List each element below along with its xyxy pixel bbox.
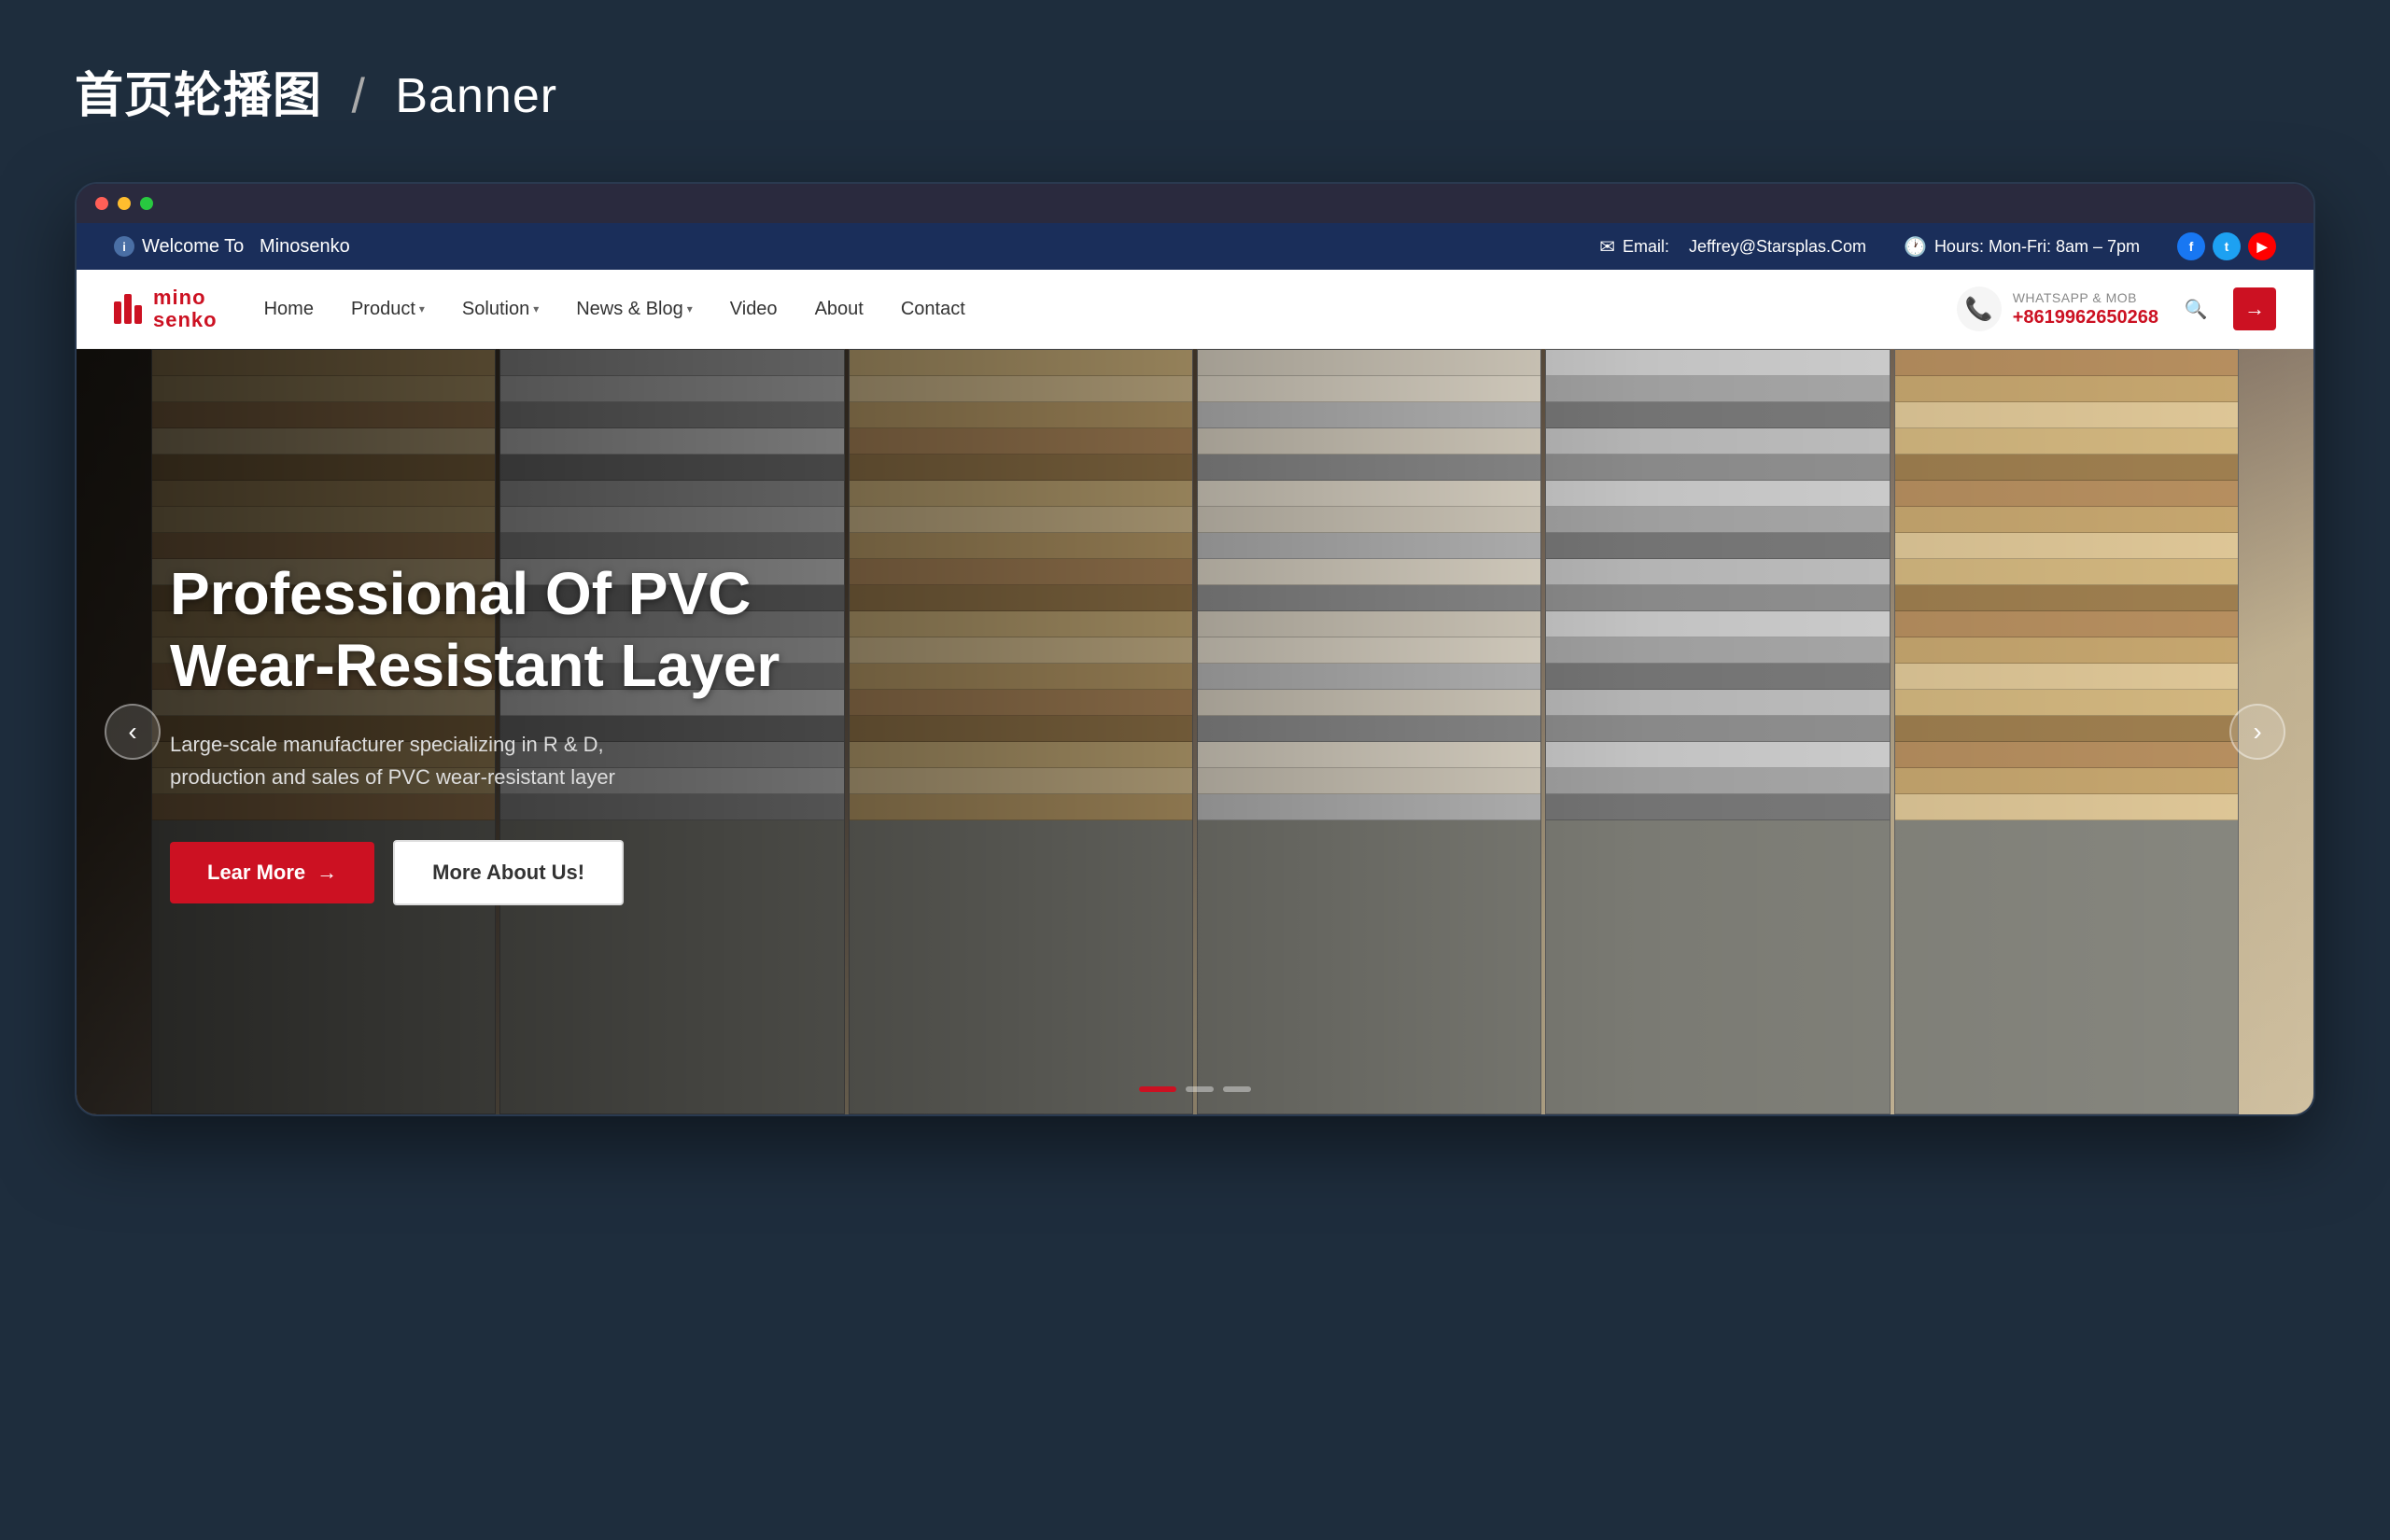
nav-item-about[interactable]: About: [815, 299, 864, 320]
chevron-down-icon: ▾: [533, 302, 539, 315]
info-icon: i: [114, 236, 134, 257]
nav-cta-button[interactable]: →: [2233, 287, 2276, 330]
browser-maximize-dot: [140, 197, 153, 210]
about-us-button[interactable]: More About Us!: [393, 840, 624, 905]
browser-window: i Welcome To Minosenko ✉ Email: Jeffrey@…: [75, 182, 2315, 1116]
carousel-dot-2[interactable]: [1186, 1086, 1214, 1092]
social-icons: f t ▶: [2177, 232, 2276, 260]
brand-name: Minosenko: [260, 236, 350, 257]
nav-item-product[interactable]: Product ▾: [351, 299, 425, 320]
logo-text: mino senko: [153, 287, 218, 331]
whatsapp-text: WHATSAPP & MOB +8619962650268: [2013, 290, 2158, 329]
title-en: Banner: [395, 69, 557, 123]
website-content: i Welcome To Minosenko ✉ Email: Jeffrey@…: [77, 223, 2313, 1114]
hours-value: Hours: Mon-Fri: 8am – 7pm: [1934, 237, 2140, 257]
whatsapp-number: +8619962650268: [2013, 306, 2158, 329]
title-zh: 首页轮播图: [75, 69, 322, 123]
top-bar-left: i Welcome To Minosenko: [114, 236, 350, 258]
hero-buttons: Lear More → More About Us!: [170, 840, 823, 905]
carousel-prev-button[interactable]: ‹: [105, 704, 161, 760]
hero-title: Professional Of PVC Wear-Resistant Layer: [170, 558, 823, 702]
carousel-dot-3[interactable]: [1223, 1086, 1251, 1092]
learn-more-button[interactable]: Lear More →: [170, 842, 374, 903]
whatsapp-block: 📞 WHATSAPP & MOB +8619962650268: [1957, 287, 2158, 331]
browser-minimize-dot: [118, 197, 131, 210]
navbar: mino senko Home Product ▾ Solution ▾: [77, 270, 2313, 349]
nav-link-product[interactable]: Product ▾: [351, 299, 425, 320]
search-button[interactable]: 🔍: [2177, 290, 2214, 328]
email-contact: ✉ Email: Jeffrey@Starsplas.Com: [1599, 235, 1866, 259]
welcome-text: Welcome To Minosenko: [142, 236, 350, 258]
logo-bar-3: [134, 305, 142, 324]
chevron-down-icon: ▾: [419, 302, 425, 315]
top-bar: i Welcome To Minosenko ✉ Email: Jeffrey@…: [77, 223, 2313, 270]
nav-link-video[interactable]: Video: [730, 299, 778, 320]
nav-item-home[interactable]: Home: [264, 299, 314, 320]
nav-right: 📞 WHATSAPP & MOB +8619962650268 🔍 →: [1957, 287, 2276, 331]
carousel-next-button[interactable]: ›: [2229, 704, 2285, 760]
nav-item-solution[interactable]: Solution ▾: [462, 299, 539, 320]
browser-close-dot: [95, 197, 108, 210]
logo[interactable]: mino senko: [114, 287, 218, 331]
hero-banner: Professional Of PVC Wear-Resistant Layer…: [77, 349, 2313, 1114]
logo-bar-2: [124, 294, 132, 324]
logo-icon: [114, 294, 142, 324]
facebook-icon[interactable]: f: [2177, 232, 2205, 260]
carousel-dot-1[interactable]: [1139, 1086, 1176, 1092]
carousel-dots: [1139, 1086, 1251, 1092]
brand-top: mino: [153, 287, 218, 309]
nav-link-home[interactable]: Home: [264, 299, 314, 320]
nav-item-news[interactable]: News & Blog ▾: [576, 299, 693, 320]
nav-item-contact[interactable]: Contact: [901, 299, 965, 320]
youtube-icon[interactable]: ▶: [2248, 232, 2276, 260]
logo-bar-1: [114, 301, 121, 324]
page-title: 首页轮播图 / Banner: [75, 56, 557, 126]
nav-link-solution[interactable]: Solution ▾: [462, 299, 539, 320]
arrow-icon: →: [316, 861, 337, 885]
brand-bottom: senko: [153, 309, 218, 331]
email-value: Jeffrey@Starsplas.Com: [1689, 237, 1866, 257]
email-icon: ✉: [1599, 235, 1615, 259]
phone-icon: 📞: [1957, 287, 2002, 331]
hours-contact: 🕐 Hours: Mon-Fri: 8am – 7pm: [1904, 235, 2140, 259]
hero-description: Large-scale manufacturer specializing in…: [170, 728, 693, 793]
nav-link-contact[interactable]: Contact: [901, 299, 965, 320]
hero-content: Professional Of PVC Wear-Resistant Layer…: [170, 558, 823, 905]
whatsapp-label: WHATSAPP & MOB: [2013, 290, 2158, 306]
nav-left: mino senko Home Product ▾ Solution ▾: [114, 287, 965, 331]
browser-chrome: [77, 184, 2313, 223]
nav-menu: Home Product ▾ Solution ▾ News & Blog ▾ …: [264, 299, 965, 320]
email-label: Email:: [1623, 237, 1669, 257]
nav-item-video[interactable]: Video: [730, 299, 778, 320]
nav-link-news[interactable]: News & Blog ▾: [576, 299, 693, 320]
top-bar-right: ✉ Email: Jeffrey@Starsplas.Com 🕐 Hours: …: [1599, 232, 2276, 260]
chevron-down-icon: ▾: [687, 302, 693, 315]
nav-link-about[interactable]: About: [815, 299, 864, 320]
twitter-icon[interactable]: t: [2213, 232, 2241, 260]
clock-icon: 🕐: [1904, 235, 1927, 259]
